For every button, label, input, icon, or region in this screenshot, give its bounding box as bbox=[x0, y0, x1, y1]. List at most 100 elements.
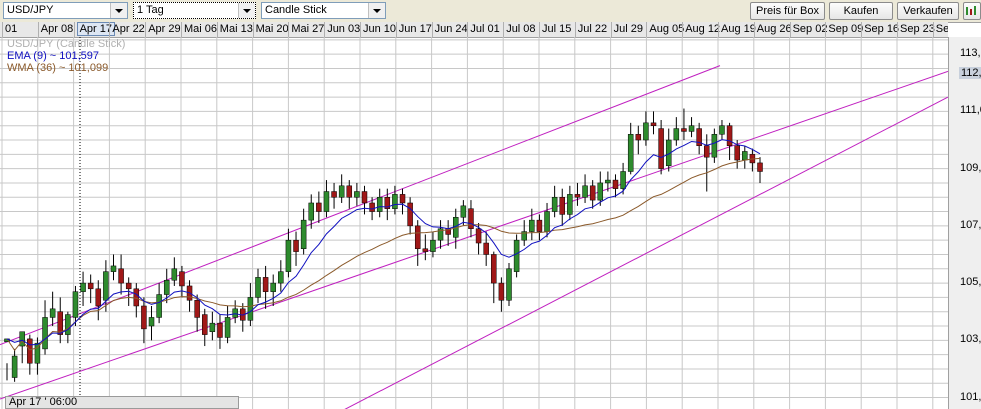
date-label: Jul 15 bbox=[542, 23, 572, 35]
candle-body bbox=[148, 317, 155, 327]
date-axis: 01 Apr 08 Apr 17 Apr 22 Apr 29 Mai 06 Mai 13 Ma… bbox=[0, 22, 948, 38]
candle-body bbox=[742, 151, 748, 161]
candle-body bbox=[110, 265, 117, 272]
chart-settings-icon[interactable] bbox=[963, 2, 981, 20]
date-label: Aug 26 bbox=[756, 23, 792, 35]
candle-body bbox=[103, 271, 109, 301]
candle-body bbox=[194, 300, 200, 318]
date-separator bbox=[37, 22, 39, 37]
candle-body bbox=[726, 125, 733, 146]
candle-body bbox=[202, 314, 208, 335]
date-label: Apr 08 bbox=[40, 23, 74, 35]
candle-body bbox=[620, 171, 626, 189]
candle-body bbox=[536, 219, 543, 232]
chevron-down-icon[interactable] bbox=[238, 3, 255, 18]
date-label: Jun 03 bbox=[327, 23, 361, 35]
date-separator bbox=[861, 22, 863, 37]
date-label: Jul 08 bbox=[506, 23, 536, 35]
date-label: Sep 30 bbox=[935, 23, 948, 35]
candle-body bbox=[582, 185, 588, 198]
candle-body bbox=[567, 194, 573, 215]
legend-ema: EMA (9) ~ 101,597 bbox=[7, 50, 100, 62]
price-label: 105,0 bbox=[960, 276, 981, 289]
date-label: Aug 12 bbox=[685, 23, 721, 35]
candle-body bbox=[65, 314, 71, 335]
date-label: Jul 01 bbox=[470, 23, 500, 35]
date-label: Sep 23 bbox=[900, 23, 935, 35]
candle-body bbox=[285, 239, 292, 272]
candle-body bbox=[673, 128, 680, 141]
candle-body bbox=[125, 282, 132, 290]
candle-body bbox=[468, 208, 474, 229]
candle-body bbox=[247, 297, 254, 321]
candle-body bbox=[156, 294, 162, 318]
chevron-down-icon[interactable] bbox=[368, 3, 385, 18]
candle-body bbox=[376, 196, 383, 212]
sell-button[interactable]: Verkaufen bbox=[897, 2, 959, 20]
symbol-select[interactable]: USD/JPY bbox=[3, 2, 128, 19]
candle-body bbox=[597, 182, 604, 201]
price-label: 113,0 bbox=[960, 47, 981, 60]
candle-body bbox=[346, 185, 353, 198]
price-label: 111,0 bbox=[960, 104, 981, 117]
chart-style-select[interactable]: Candle Stick bbox=[261, 2, 386, 19]
candlestick-chart[interactable] bbox=[0, 37, 948, 409]
chart-style-value: Candle Stick bbox=[265, 4, 327, 16]
date-separator bbox=[753, 22, 755, 37]
candle-body bbox=[498, 282, 505, 301]
candle-body bbox=[95, 288, 102, 307]
candle-body bbox=[171, 268, 178, 281]
date-separator bbox=[539, 22, 540, 37]
date-separator bbox=[897, 22, 898, 37]
date-separator bbox=[216, 22, 218, 37]
candle-body bbox=[369, 202, 375, 212]
candle-body bbox=[293, 239, 299, 252]
date-label: Jun 24 bbox=[434, 23, 468, 35]
interval-select[interactable]: 1 Tag bbox=[133, 2, 256, 19]
legend-title: USD/JPY (Candle Stick) bbox=[7, 38, 126, 50]
candle-body bbox=[42, 317, 48, 350]
current-price-label: 112,3 bbox=[959, 67, 981, 80]
date-label: Mai 13 bbox=[219, 23, 253, 35]
date-separator bbox=[646, 22, 648, 37]
candle-body bbox=[133, 288, 140, 307]
candle-body bbox=[506, 268, 512, 301]
price-box-button[interactable]: Preis für Box bbox=[750, 2, 825, 20]
candle-body bbox=[605, 179, 611, 184]
candle-body bbox=[658, 128, 664, 169]
date-separator bbox=[431, 22, 433, 37]
candle-body bbox=[361, 191, 368, 204]
date-label: Jul 22 bbox=[577, 23, 608, 35]
chevron-down-icon[interactable] bbox=[110, 3, 127, 18]
candle-body bbox=[681, 128, 687, 132]
candle-body bbox=[316, 202, 322, 212]
candle-body bbox=[407, 202, 413, 227]
date-separator bbox=[610, 22, 612, 37]
candle-body bbox=[300, 219, 307, 250]
candle-body bbox=[80, 282, 86, 292]
date-label: Sep 02 bbox=[792, 23, 828, 35]
price-label: 107,0 bbox=[960, 218, 981, 231]
date-label: Mai 06 bbox=[184, 23, 218, 35]
candle-body bbox=[551, 196, 558, 212]
date-separator bbox=[2, 22, 3, 37]
candle-body bbox=[118, 268, 124, 284]
candle-body bbox=[483, 242, 489, 255]
date-separator bbox=[467, 22, 469, 37]
candle-body bbox=[643, 122, 649, 141]
buy-button[interactable]: Kaufen bbox=[829, 2, 893, 20]
price-label: 103,0 bbox=[960, 333, 981, 346]
date-label: Jun 10 bbox=[363, 23, 397, 35]
candle-body bbox=[574, 194, 581, 198]
candle-body bbox=[49, 308, 56, 318]
date-separator bbox=[252, 22, 254, 37]
date-separator bbox=[395, 22, 397, 37]
date-separator bbox=[109, 22, 111, 37]
date-label: Sep 16 bbox=[864, 23, 900, 35]
candle-body bbox=[255, 277, 261, 298]
symbol-value: USD/JPY bbox=[7, 4, 54, 16]
candle-body bbox=[513, 239, 520, 272]
candle-body bbox=[392, 194, 398, 209]
candle-body bbox=[224, 317, 231, 338]
candle-body bbox=[87, 282, 94, 290]
